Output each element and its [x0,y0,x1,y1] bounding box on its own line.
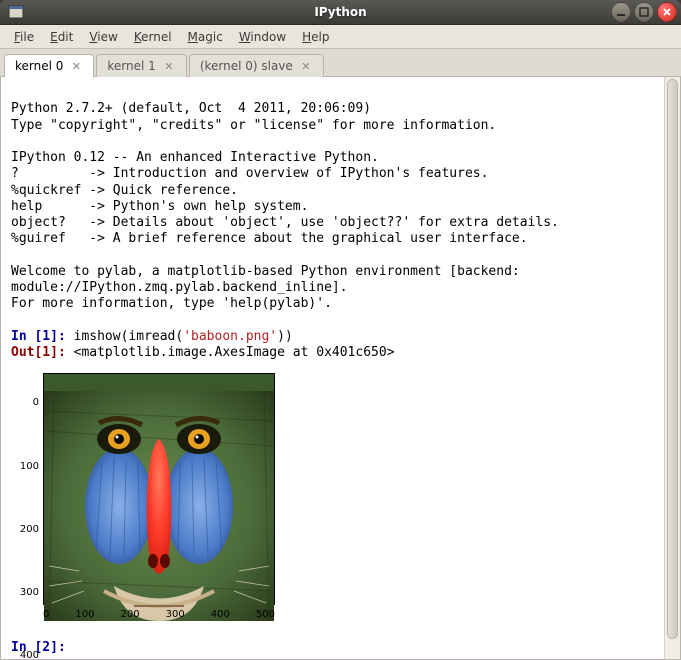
scrollbar-thumb[interactable] [667,79,678,639]
banner-text: Python 2.7.2+ (default, Oct 4 2011, 20:0… [11,101,379,116]
menu-magic[interactable]: Magic [180,27,231,47]
banner-text: object? -> Details about 'object', use '… [11,215,559,230]
close-icon[interactable]: ✕ [162,59,176,73]
close-icon[interactable]: ✕ [299,59,313,73]
banner-text: Type "copyright", "credits" or "license"… [11,118,496,133]
plot-image [43,373,275,605]
out-value: <matplotlib.image.AxesImage at 0x401c650… [74,345,395,360]
banner-text: module://IPython.zmq.pylab.backend_inlin… [11,280,348,295]
menu-kernel[interactable]: Kernel [126,27,180,47]
tab-kernel-0[interactable]: kernel 0 ✕ [4,54,94,77]
tab-label: (kernel 0) slave [200,59,293,73]
titlebar[interactable]: IPython [0,0,681,25]
plot-output: 0 100 200 300 400 500 [11,363,656,623]
window-title: IPython [314,5,366,19]
tabbar: kernel 0 ✕ kernel 1 ✕ (kernel 0) slave ✕ [0,49,681,77]
menu-view[interactable]: View [81,27,125,47]
tab-label: kernel 1 [107,59,155,73]
menubar: File Edit View Kernel Magic Window Help [0,25,681,49]
banner-text: ? -> Introduction and overview of IPytho… [11,166,488,181]
banner-text: %quickref -> Quick reference. [11,183,238,198]
menu-window[interactable]: Window [231,27,294,47]
maximize-button[interactable] [634,2,654,22]
close-icon[interactable]: ✕ [69,59,83,73]
y-axis-ticks: 0 100 200 300 400 500 [11,373,39,659]
code-string: 'baboon.png' [183,329,277,344]
in-prompt: In [1]: [11,329,74,344]
menu-file[interactable]: File [6,27,42,47]
code-text: imshow(imread( [74,329,184,344]
banner-text: %guiref -> A brief reference about the g… [11,231,528,246]
banner-text: IPython 0.12 -- An enhanced Interactive … [11,150,379,165]
banner-text: For more information, type 'help(pylab)'… [11,296,332,311]
tab-label: kernel 0 [15,59,63,73]
scrollbar[interactable] [664,77,680,659]
menu-edit[interactable]: Edit [42,27,81,47]
window-controls [611,2,677,22]
app-icon [8,4,24,20]
menu-help[interactable]: Help [294,27,337,47]
tab-kernel-1[interactable]: kernel 1 ✕ [96,54,186,77]
banner-text: Welcome to pylab, a matplotlib-based Pyt… [11,264,528,279]
close-button[interactable] [657,2,677,22]
content-area: Python 2.7.2+ (default, Oct 4 2011, 20:0… [0,77,681,660]
banner-text: help -> Python's own help system. [11,199,308,214]
code-text: )) [277,329,293,344]
console[interactable]: Python 2.7.2+ (default, Oct 4 2011, 20:0… [1,77,664,659]
x-axis-ticks: 0 100 200 300 400 500 [43,609,275,622]
minimize-button[interactable] [611,2,631,22]
out-prompt: Out[1]: [11,345,74,360]
tab-kernel-0-slave[interactable]: (kernel 0) slave ✕ [189,54,324,77]
